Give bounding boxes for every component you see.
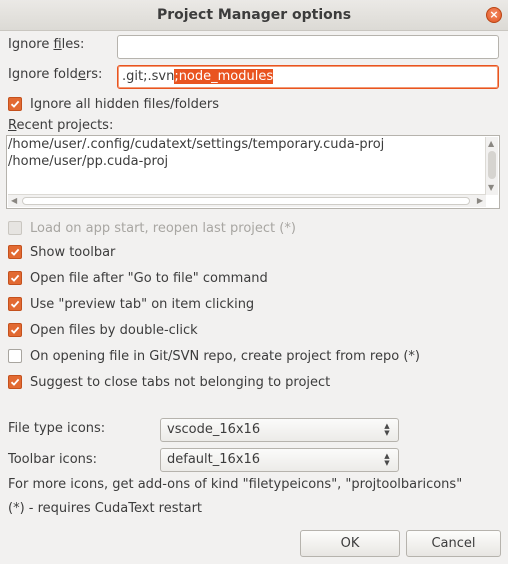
updown-arrows-icon: ▲ ▼ bbox=[384, 452, 390, 467]
ignore-folders-label: Ignore folders: bbox=[8, 67, 103, 82]
checkbox-disabled-icon bbox=[8, 221, 22, 235]
window-title: Project Manager options bbox=[156, 7, 352, 23]
ignore-folders-input[interactable]: .git;.svn;node_modules bbox=[117, 65, 499, 89]
close-icon[interactable]: × bbox=[486, 7, 502, 23]
updown-arrows-icon: ▲ ▼ bbox=[384, 422, 390, 437]
checkbox-checked-icon bbox=[8, 271, 22, 285]
list-item[interactable]: /home/user/.config/cudatext/settings/tem… bbox=[8, 137, 384, 152]
horizontal-scroll-thumb[interactable] bbox=[22, 197, 470, 205]
toolbar-icons-select[interactable]: default_16x16 ▲ ▼ bbox=[160, 448, 399, 472]
checkbox-checked-icon bbox=[8, 297, 22, 311]
show-toolbar-checkbox[interactable]: Show toolbar bbox=[8, 242, 115, 262]
recent-projects-label: Recent projects: bbox=[8, 118, 114, 133]
vertical-scrollbar[interactable]: ▲ ▼ bbox=[485, 137, 498, 195]
checkbox-checked-icon bbox=[8, 375, 22, 389]
scroll-left-icon[interactable]: ◀ bbox=[11, 196, 17, 206]
recent-projects-list[interactable]: /home/user/.config/cudatext/settings/tem… bbox=[6, 135, 500, 209]
checkbox-checked-icon bbox=[8, 245, 22, 259]
ignore-hidden-checkbox[interactable]: Ignore all hidden files/folders bbox=[8, 94, 219, 114]
selected-text: ;node_modules bbox=[174, 69, 274, 84]
list-item[interactable]: /home/user/pp.cuda-proj bbox=[8, 154, 168, 169]
ignore-files-label: Ignore files: bbox=[8, 37, 85, 52]
open-after-goto-checkbox[interactable]: Open file after "Go to file" command bbox=[8, 268, 268, 288]
double-click-checkbox[interactable]: Open files by double-click bbox=[8, 320, 198, 340]
ok-button[interactable]: OK bbox=[300, 530, 400, 557]
vertical-scroll-thumb[interactable] bbox=[488, 151, 496, 179]
horizontal-scrollbar[interactable]: ◀ ▶ bbox=[8, 194, 486, 207]
title-bar: Project Manager options × bbox=[0, 0, 508, 31]
cancel-button[interactable]: Cancel bbox=[406, 530, 501, 557]
more-icons-note: For more icons, get add-ons of kind "fil… bbox=[8, 477, 463, 492]
checkbox-checked-icon bbox=[8, 323, 22, 337]
git-svn-project-checkbox[interactable]: On opening file in Git/SVN repo, create … bbox=[8, 346, 420, 366]
scroll-down-icon[interactable]: ▼ bbox=[488, 183, 494, 193]
file-type-icons-select[interactable]: vscode_16x16 ▲ ▼ bbox=[160, 418, 399, 442]
restart-note: (*) - requires CudaText restart bbox=[8, 501, 203, 516]
suggest-close-tabs-checkbox[interactable]: Suggest to close tabs not belonging to p… bbox=[8, 372, 330, 392]
scroll-right-icon[interactable]: ▶ bbox=[477, 196, 483, 206]
toolbar-icons-label: Toolbar icons: bbox=[8, 452, 98, 467]
scroll-up-icon[interactable]: ▲ bbox=[488, 139, 494, 149]
checkbox-checked-icon bbox=[8, 97, 22, 111]
ignore-files-input[interactable] bbox=[117, 35, 499, 59]
preview-tab-checkbox[interactable]: Use "preview tab" on item clicking bbox=[8, 294, 254, 314]
load-on-start-checkbox: Load on app start, reopen last project (… bbox=[8, 218, 296, 238]
file-type-icons-label: File type icons: bbox=[8, 421, 106, 436]
checkbox-unchecked-icon bbox=[8, 349, 22, 363]
